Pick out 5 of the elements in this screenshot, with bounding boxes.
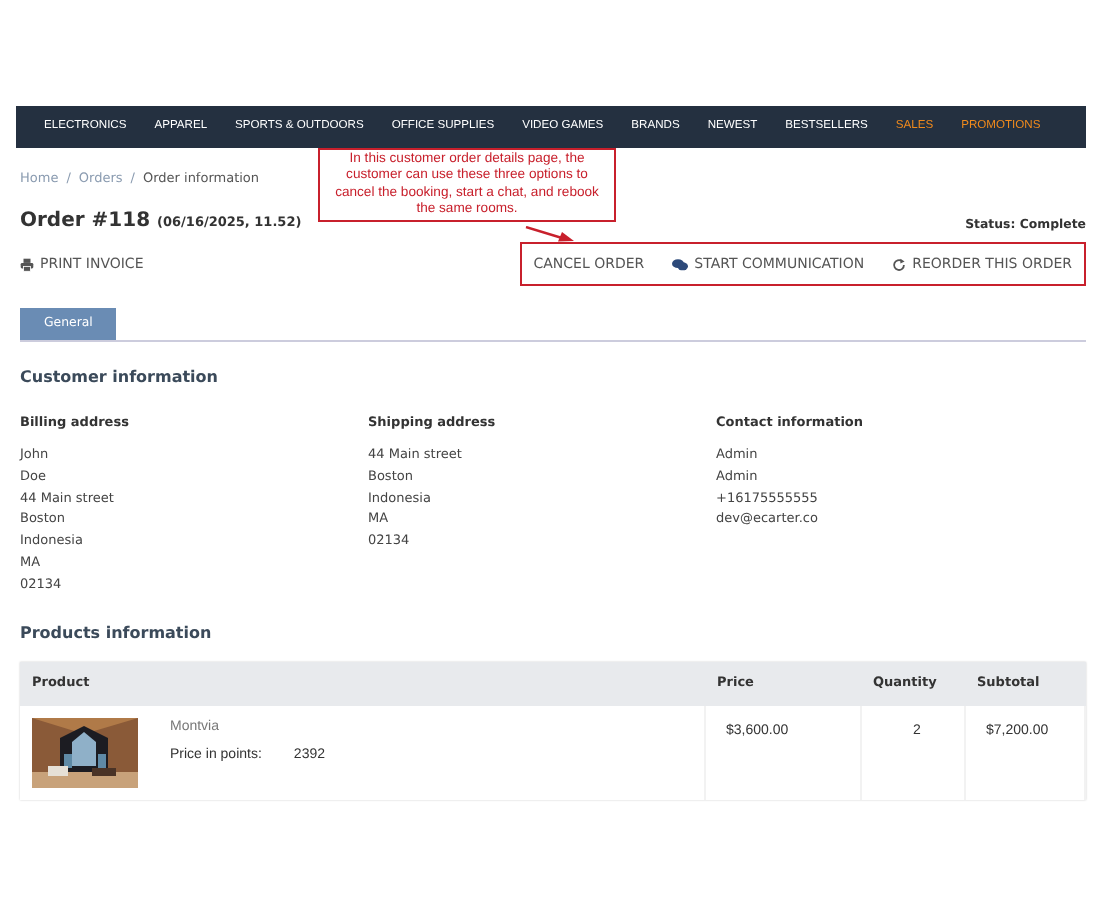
refresh-icon (892, 257, 907, 271)
chat-icon (672, 257, 689, 271)
printer-icon (20, 257, 34, 271)
section-title: Customer information (20, 365, 220, 390)
section-title: Products information (20, 622, 214, 647)
